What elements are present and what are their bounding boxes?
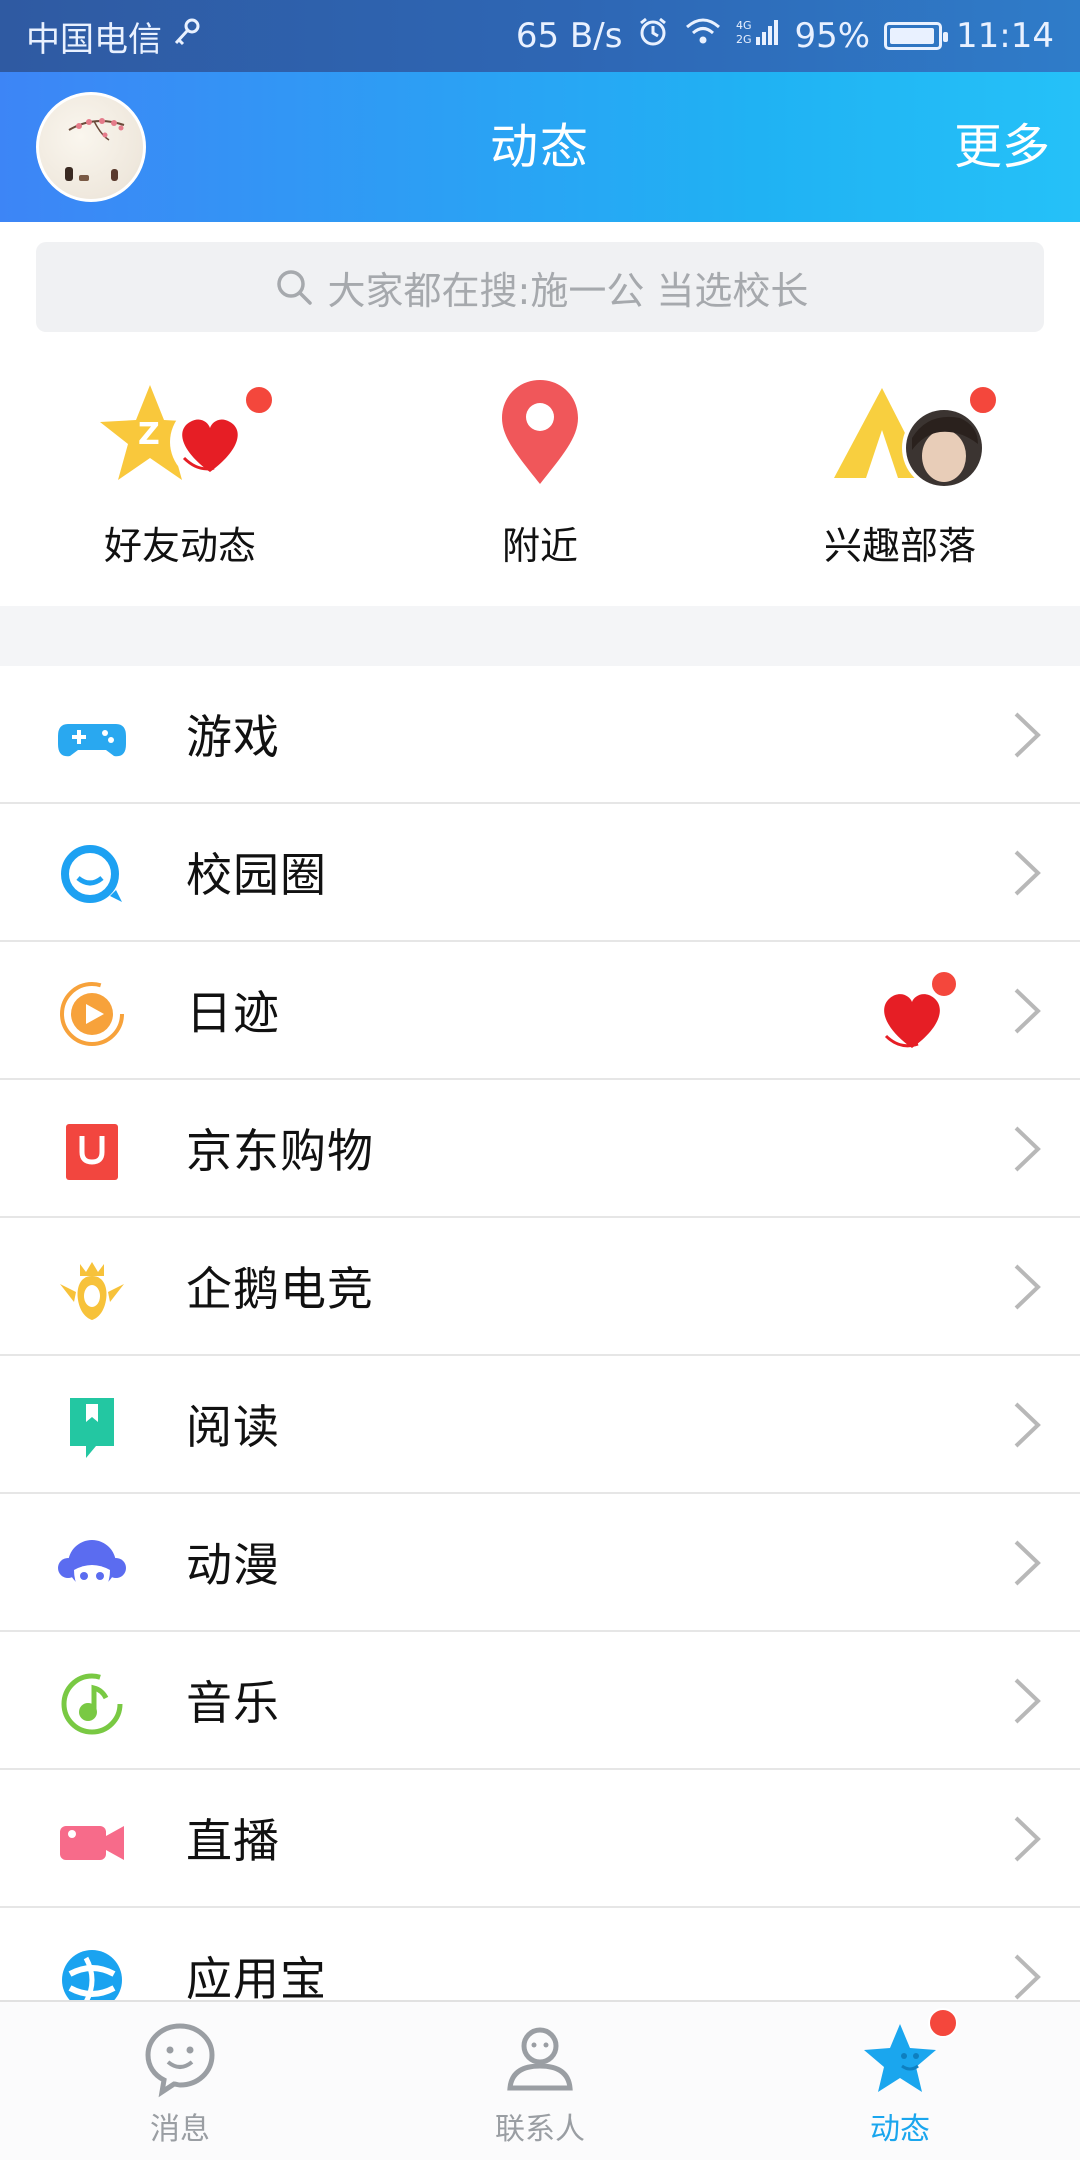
tab-label: 联系人 [495, 2112, 585, 2147]
list-item-jd-shopping[interactable]: 京东购物 [0, 1080, 1080, 1218]
search-bar[interactable]: 大家都在搜:施一公 当选校长 [36, 242, 1044, 332]
chevron-right-icon [1014, 1954, 1041, 2000]
wifi-icon [684, 16, 722, 56]
play-circle-icon [56, 978, 128, 1050]
quick-entry-friends-feed[interactable]: Z 好友动态 [30, 360, 330, 605]
bottom-tab-bar: 消息 联系人 动态 [0, 2000, 1080, 2160]
quick-entry-label: 兴趣部落 [823, 524, 976, 568]
chevron-right-icon [1014, 1678, 1041, 1724]
quick-entry-label: 附近 [501, 524, 578, 568]
list-item-label: 阅读 [186, 1400, 280, 1454]
tab-feed[interactable]: 动态 [780, 2002, 1020, 2160]
list-item-campus[interactable]: 校园圈 [0, 804, 1080, 942]
tab-label: 消息 [150, 2112, 210, 2147]
jd-bag-icon [56, 1116, 128, 1188]
star-icon [864, 2024, 936, 2092]
list-item-daily-trace[interactable]: 日迹 [0, 942, 1080, 1080]
esports-crown-icon [56, 1254, 128, 1326]
section-divider [0, 606, 1080, 666]
chevron-right-icon [1014, 712, 1041, 758]
list-item-label: 京东购物 [186, 1124, 374, 1178]
status-bar: 中国电信 65 B/s 4G 2G 95% 11:14 [0, 0, 1080, 72]
list-item-label: 游戏 [186, 710, 280, 764]
qzone-star-icon: Z [80, 360, 280, 510]
chevron-right-icon [1014, 1540, 1041, 1586]
list-item-label: 校园圈 [186, 848, 327, 902]
quick-entry-label: 好友动态 [103, 524, 256, 568]
tribe-tent-icon [800, 360, 1000, 510]
list-item-games[interactable]: 游戏 [0, 666, 1080, 804]
key-icon [172, 16, 202, 56]
feature-list: 游戏 校园圈 日迹 京东购物 企鹅电竞 阅读 动漫 音乐 直播 应用宝 [0, 666, 1080, 2046]
chevron-right-icon [1014, 988, 1041, 1034]
chevron-right-icon [1014, 1816, 1041, 1862]
battery-fill [890, 28, 935, 44]
list-item-anime[interactable]: 动漫 [0, 1494, 1080, 1632]
search-placeholder: 大家都在搜:施一公 当选校长 [327, 268, 809, 313]
list-item-music[interactable]: 音乐 [0, 1632, 1080, 1770]
chevron-right-icon [1014, 1264, 1041, 1310]
tab-label: 动态 [870, 2112, 930, 2147]
list-item-label: 直播 [186, 1814, 280, 1868]
notification-dot [244, 385, 274, 415]
more-button[interactable]: 更多 [954, 72, 1050, 222]
alarm-icon [636, 15, 670, 58]
anime-face-icon [56, 1530, 128, 1602]
list-item-live[interactable]: 直播 [0, 1770, 1080, 1908]
campus-circle-icon [56, 840, 128, 912]
heart-badge-icon [872, 970, 960, 1058]
svg-text:4G: 4G [736, 19, 752, 32]
contact-person-icon [507, 2027, 573, 2091]
tab-contacts[interactable]: 联系人 [420, 2002, 660, 2160]
location-pin-icon [440, 360, 640, 510]
battery-percent: 95% [794, 16, 871, 56]
list-item-label: 动漫 [186, 1538, 280, 1592]
notification-dot [928, 2008, 958, 2038]
chevron-right-icon [1014, 850, 1041, 896]
search-icon [276, 270, 312, 305]
gamepad-icon [56, 702, 128, 774]
page-title: 动态 [489, 119, 590, 175]
clock: 11:14 [956, 16, 1054, 56]
app-header: 动态 更多 [0, 72, 1080, 222]
video-camera-icon [56, 1806, 128, 1878]
chevron-right-icon [1014, 1402, 1041, 1448]
chevron-right-icon [1014, 1126, 1041, 1172]
music-note-icon [56, 1668, 128, 1740]
svg-text:2G: 2G [736, 33, 752, 46]
carrier-label: 中国电信 [26, 19, 162, 60]
svg-text:Z: Z [138, 417, 160, 452]
quick-entry-nearby[interactable]: 附近 [390, 360, 690, 605]
list-item-reading[interactable]: 阅读 [0, 1356, 1080, 1494]
notification-dot [968, 385, 998, 415]
book-icon [56, 1392, 128, 1464]
battery-icon [884, 22, 949, 50]
quick-entries: Z 好友动态 附近 兴趣部落 [0, 360, 1080, 605]
list-item-label: 日迹 [186, 986, 280, 1040]
list-item-label: 音乐 [186, 1676, 280, 1730]
list-item-esports[interactable]: 企鹅电竞 [0, 1218, 1080, 1356]
network-speed: 65 B/s [515, 16, 623, 56]
quick-entry-interest-tribe[interactable]: 兴趣部落 [750, 360, 1050, 605]
list-item-label: 企鹅电竞 [186, 1262, 374, 1316]
chat-bubble-icon [145, 2023, 215, 2098]
signal-icon: 4G 2G [736, 16, 780, 56]
tab-messages[interactable]: 消息 [60, 2002, 300, 2160]
